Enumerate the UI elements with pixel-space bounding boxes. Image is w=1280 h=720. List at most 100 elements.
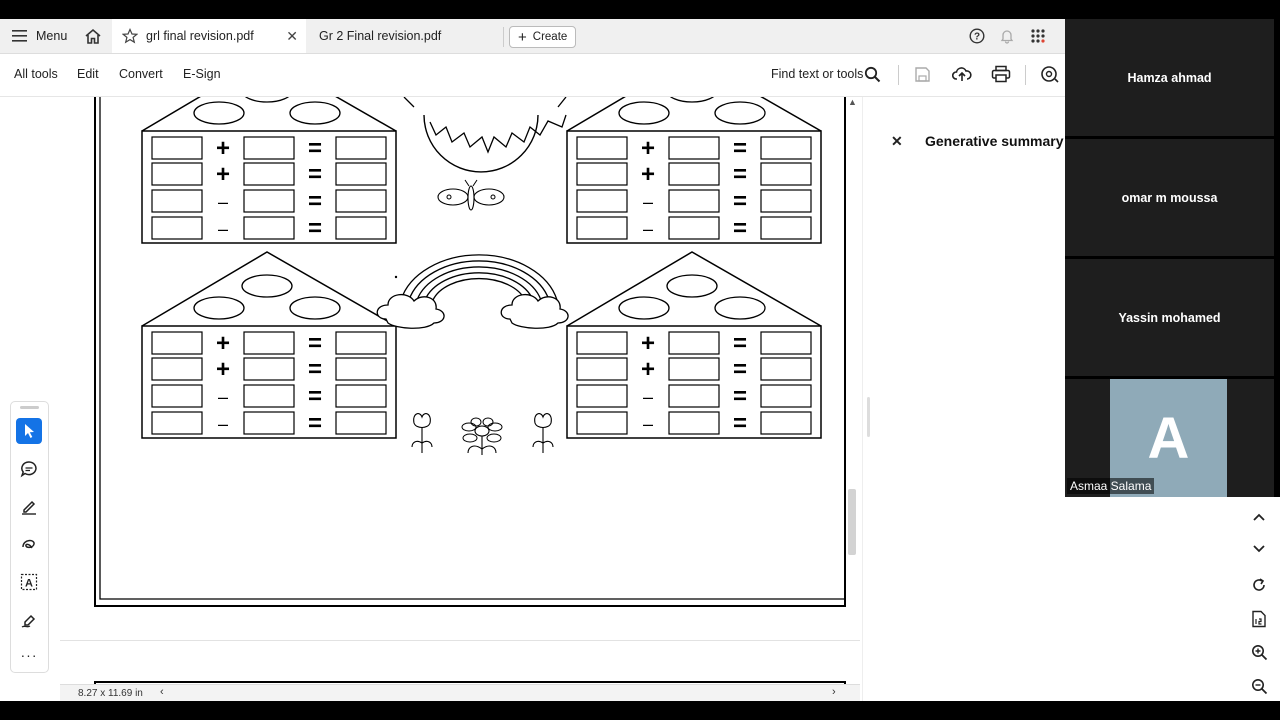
equals-sign: =	[308, 135, 322, 162]
avatar-initial: A	[1147, 405, 1190, 471]
convert-button[interactable]: Convert	[119, 67, 163, 81]
save-icon[interactable]	[914, 66, 931, 83]
document-scrollbar[interactable]: ▲ ▼	[845, 97, 859, 701]
minus-sign: –	[218, 387, 228, 407]
scroll-thumb[interactable]	[848, 489, 856, 555]
plus-sign: +	[216, 161, 230, 188]
scroll-up-arrow[interactable]: ▲	[848, 97, 857, 107]
tab-bar: Menu grl final revision.pdf ✕ Gr 2 Final…	[0, 19, 1065, 54]
next-page-button[interactable]	[1249, 539, 1269, 559]
cursor-icon	[25, 424, 34, 438]
participant-tile[interactable]: Hamza ahmad	[1065, 19, 1274, 136]
home-icon	[85, 28, 101, 44]
previous-page-button[interactable]	[1249, 507, 1269, 527]
participant-name: omar m moussa	[1121, 190, 1218, 205]
plus-icon: +	[518, 28, 527, 46]
notifications-button[interactable]	[999, 19, 1015, 53]
select-tool[interactable]	[16, 418, 42, 444]
main-toolbar: All tools Edit Convert E-Sign Find text …	[0, 54, 1065, 97]
create-button[interactable]: + Create	[509, 26, 577, 48]
comment-icon	[20, 461, 37, 478]
worksheet-drawing: + + – – = = = = + + – – = = = = + + – – …	[99, 97, 844, 600]
apps-button[interactable]	[1030, 19, 1046, 53]
plus-sign: +	[216, 356, 230, 383]
home-button[interactable]	[82, 19, 104, 53]
star-icon	[122, 28, 138, 44]
equals-sign: =	[733, 215, 747, 242]
minus-sign: –	[643, 192, 653, 212]
sign-icon	[21, 614, 36, 628]
acrobat-window: Menu grl final revision.pdf ✕ Gr 2 Final…	[0, 19, 1065, 701]
document-viewport: + + – – = = = = + + – – = = = = + + – – …	[60, 97, 860, 701]
scroll-left-arrow[interactable]: ‹	[160, 686, 164, 698]
divider	[1025, 65, 1026, 85]
butterfly-drawing	[437, 179, 505, 211]
drag-handle[interactable]	[20, 406, 39, 409]
zoom-in-button[interactable]	[1249, 642, 1269, 662]
equals-sign: =	[308, 330, 322, 357]
house-worksheet: + + – – = = = =	[141, 97, 397, 244]
refresh-icon	[1253, 578, 1265, 591]
ai-assistant-icon[interactable]	[1040, 65, 1060, 84]
page-thumbnail-button[interactable]	[1249, 609, 1269, 629]
plus-sign: +	[641, 135, 655, 162]
divider	[503, 27, 504, 47]
equals-sign: =	[308, 356, 322, 383]
menu-label: Menu	[36, 29, 68, 43]
zoom-out-button[interactable]	[1249, 676, 1269, 696]
bottom-letterbox	[0, 701, 1280, 720]
plus-sign: +	[641, 356, 655, 383]
help-icon: ?	[969, 28, 985, 44]
minus-sign: –	[218, 414, 228, 434]
participant-name: Yassin mohamed	[1118, 310, 1221, 325]
svg-text:A: A	[25, 578, 33, 590]
panel-resize-handle[interactable]	[867, 397, 870, 437]
comment-tool[interactable]	[16, 456, 42, 482]
equals-sign: =	[308, 161, 322, 188]
pdf-page: + + – – = = = = + + – – = = = = + + – – …	[94, 97, 846, 607]
minus-sign: –	[643, 219, 653, 239]
generative-summary-panel: ✕ Generative summary	[862, 97, 1065, 701]
search-icon[interactable]	[864, 66, 881, 83]
equals-sign: =	[308, 188, 322, 215]
draw-tool[interactable]	[16, 531, 42, 557]
help-button[interactable]: ?	[969, 19, 985, 53]
print-icon[interactable]	[991, 65, 1011, 83]
page-number-icon	[1252, 610, 1266, 628]
equals-sign: =	[308, 410, 322, 437]
participant-tile[interactable]: omar m moussa	[1065, 139, 1274, 256]
edit-button[interactable]: Edit	[77, 67, 99, 81]
fill-sign-tool[interactable]	[16, 607, 42, 633]
menu-button[interactable]: Menu	[12, 19, 67, 53]
freehand-icon	[22, 539, 35, 549]
equals-sign: =	[733, 356, 747, 383]
bell-icon	[1000, 30, 1014, 44]
text-box-icon: A	[20, 573, 38, 591]
refresh-button[interactable]	[1249, 575, 1269, 595]
more-tools-icon[interactable]: ···	[16, 642, 42, 668]
close-panel-icon[interactable]: ✕	[891, 133, 903, 150]
tab-gr2-final-revision[interactable]: Gr 2 Final revision.pdf	[319, 19, 441, 53]
equals-sign: =	[733, 383, 747, 410]
find-tools-button[interactable]: Find text or tools	[771, 67, 863, 81]
scroll-right-arrow[interactable]: ›	[832, 686, 836, 698]
close-tab-icon[interactable]: ✕	[286, 28, 298, 45]
minus-sign: –	[643, 387, 653, 407]
upload-cloud-icon[interactable]	[952, 65, 972, 83]
all-tools-button[interactable]: All tools	[14, 67, 58, 81]
equals-sign: =	[733, 330, 747, 357]
participant-name: Asmaa Salama	[1067, 478, 1155, 494]
pen-icon	[22, 500, 36, 515]
top-letterbox	[0, 0, 1280, 19]
flowers-drawing	[411, 413, 554, 455]
equals-sign: =	[733, 410, 747, 437]
plus-sign: +	[641, 161, 655, 188]
tab-grl-final-revision[interactable]: grl final revision.pdf ✕	[112, 19, 306, 53]
text-tool[interactable]: A	[16, 569, 42, 595]
participant-tile[interactable]: A Asmaa Salama	[1065, 379, 1274, 497]
participant-tile[interactable]: Yassin mohamed	[1065, 259, 1274, 376]
esign-button[interactable]: E-Sign	[183, 67, 221, 81]
apps-grid-icon	[1031, 29, 1045, 43]
zoom-in-icon	[1251, 644, 1267, 660]
highlight-tool[interactable]	[16, 493, 42, 519]
